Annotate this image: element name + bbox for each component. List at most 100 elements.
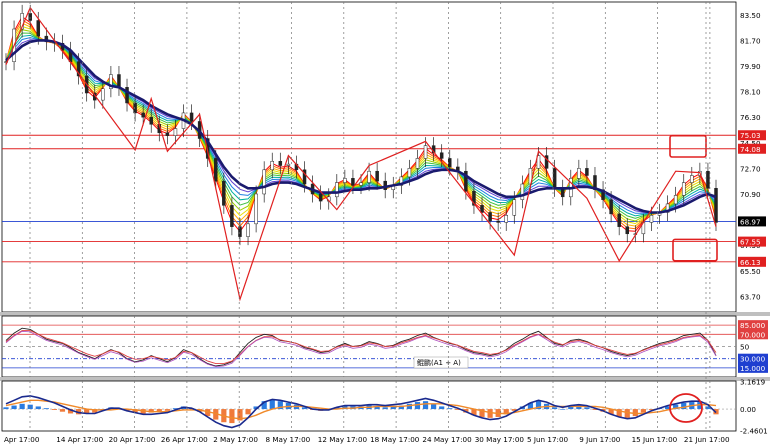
price-axis-label: 79.90 xyxy=(740,62,761,71)
panel-separator xyxy=(0,377,770,381)
candle-body xyxy=(375,170,379,182)
price-axis-label: 65.50 xyxy=(740,267,761,276)
zigzag-line xyxy=(5,6,717,302)
candle-body xyxy=(415,158,420,169)
macd-histogram-bar xyxy=(447,408,453,410)
candle-body xyxy=(681,182,686,196)
candle-body xyxy=(262,169,266,195)
price-axis-label: 83.50 xyxy=(740,11,761,20)
candle-body xyxy=(254,193,258,225)
oscillator-line xyxy=(5,330,717,368)
time-label: 21 Jun 17:00 xyxy=(684,435,730,444)
candle-body xyxy=(690,175,694,183)
time-label: 24 May 17:00 xyxy=(422,435,472,444)
candle-body xyxy=(714,188,718,223)
macd-axis-label: 3.1619 xyxy=(740,377,766,386)
candle-body xyxy=(359,182,363,186)
chart-window: 83.50 81.70 79.90 78.10 76.30 74.50 72.70 70.90… xyxy=(0,0,770,448)
candle-body xyxy=(351,178,355,186)
time-label: 26 Apr 17:00 xyxy=(161,435,208,444)
candle-body xyxy=(706,170,710,189)
macd-panel: 3.1619 0.00 -2.4601 xyxy=(1,377,768,436)
price-tag-label: 74.08 xyxy=(740,145,761,154)
time-label: 2 May 17:00 xyxy=(213,435,258,444)
macd-histogram-bar xyxy=(431,403,437,410)
candle-body xyxy=(117,74,121,88)
time-label: 14 Apr 17:00 xyxy=(56,435,103,444)
target-box xyxy=(672,238,718,262)
candle-body xyxy=(367,170,371,183)
candle-body xyxy=(28,13,32,21)
candle-body xyxy=(149,116,153,125)
candle-body xyxy=(133,102,137,114)
candle-body xyxy=(520,183,525,200)
oscillator-panel: 85.00070.000 50 30.00015.000 鲲鹏(A1 + A) xyxy=(0,315,770,381)
oscillator-legend: 鲲鹏(A1 + A) xyxy=(417,358,461,367)
forex-chart-canvas: 83.5081.7079.9078.1076.3074.5072.7070.90… xyxy=(0,1,770,444)
oscillator-level-label: 85.000 xyxy=(740,321,766,330)
candle-body xyxy=(270,161,274,171)
candle-body xyxy=(617,213,621,227)
oscillator-level-label: 15.000 xyxy=(740,364,766,373)
candle-body xyxy=(222,180,226,206)
candle-body xyxy=(318,193,323,202)
macd-histogram-bar xyxy=(164,409,170,411)
candle-body xyxy=(286,163,291,166)
oscillator-level-label: 70.000 xyxy=(740,330,766,339)
candle-body xyxy=(552,168,557,189)
macd-histogram-bar xyxy=(640,409,646,413)
macd-histogram-bar xyxy=(632,409,638,417)
time-label: 15 Jun 17:00 xyxy=(632,435,678,444)
time-label: Apr 17:00 xyxy=(4,435,40,444)
price-panel: 83.5081.7079.9078.1076.3074.5072.7070.90… xyxy=(0,1,770,316)
candle-body xyxy=(577,168,581,179)
candle-body xyxy=(278,161,283,166)
macd-histogram-bar xyxy=(43,408,49,410)
candle-body xyxy=(439,152,444,159)
candle-body xyxy=(101,88,105,101)
time-label: 20 Apr 17:00 xyxy=(109,435,156,444)
macd-histogram-bar xyxy=(422,401,429,410)
candle-body xyxy=(407,168,412,178)
price-tag-label: 75.03 xyxy=(740,131,761,140)
candle-body xyxy=(512,199,517,216)
macd-histogram-bar xyxy=(59,409,66,412)
macd-histogram-bar xyxy=(439,406,445,410)
price-axis-label: 76.30 xyxy=(740,113,761,122)
macd-axis-label: 0.00 xyxy=(740,405,756,414)
macd-histogram-bar xyxy=(3,407,9,410)
oscillator-level-label: 50 xyxy=(740,343,750,352)
time-label: 12 May 17:00 xyxy=(318,435,368,444)
macd-histogram-bar xyxy=(35,406,41,410)
time-label: 30 May 17:00 xyxy=(475,435,525,444)
candle-body xyxy=(585,168,589,176)
time-label: 18 May 17:00 xyxy=(370,435,420,444)
candle-body xyxy=(649,215,654,223)
candle-body xyxy=(625,226,629,235)
price-axis-label: 81.70 xyxy=(740,36,761,45)
macd-histogram-bar xyxy=(560,409,566,410)
time-label: 9 Jun 17:00 xyxy=(579,435,621,444)
macd-histogram-bar xyxy=(229,409,235,424)
candle-body xyxy=(214,158,218,182)
macd-histogram-bar xyxy=(269,399,275,410)
price-tag-label: 67.55 xyxy=(740,238,761,247)
macd-histogram-bar xyxy=(19,403,25,410)
macd-histogram-bar xyxy=(11,405,17,410)
macd-histogram-bar xyxy=(51,409,58,410)
candle-body xyxy=(335,182,339,198)
candle-body xyxy=(504,215,508,223)
candle-body xyxy=(165,132,170,136)
candle-body xyxy=(496,220,500,223)
macd-histogram-bar xyxy=(584,407,590,410)
candle-body xyxy=(246,223,250,237)
time-label: 5 Jun 17:00 xyxy=(527,435,569,444)
price-axis-label: 78.10 xyxy=(740,88,761,97)
time-label: 8 May 17:00 xyxy=(266,435,311,444)
price-axis-label: 70.90 xyxy=(740,190,761,199)
price-tag-label: 68.97 xyxy=(740,217,761,226)
candle-body xyxy=(141,112,145,118)
panel-separator xyxy=(0,312,770,316)
macd-histogram-bar xyxy=(245,409,251,415)
panel-frame xyxy=(1,1,737,313)
